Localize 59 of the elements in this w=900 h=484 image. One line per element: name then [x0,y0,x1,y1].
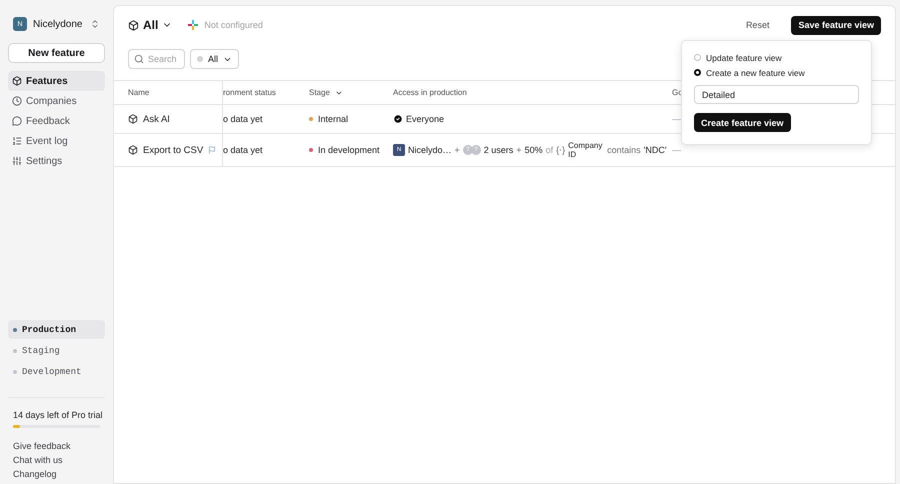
attribute-name: Company ID [568,141,604,159]
column-header: Name [128,88,150,97]
view-option[interactable]: Update feature view [694,50,859,65]
environment-status: o data yet [223,145,263,155]
search-field[interactable]: Search [128,49,185,69]
list-icon [12,136,22,146]
clock-icon [12,96,22,106]
feature-icon [128,114,138,124]
nav-item[interactable]: Features [8,71,105,91]
environment-status: o data yet [223,114,263,124]
column-header[interactable]: Stage [309,88,330,97]
of-label: of [546,145,554,155]
access-label: Everyone [406,114,444,124]
attribute-icon: {⋅} [556,145,566,155]
user-count: 2 users [484,145,514,155]
nav-item[interactable]: Companies [8,91,105,111]
slack-icon [188,20,198,30]
footer-link[interactable]: Chat with us [13,454,100,466]
speech-bubble-icon [12,116,22,126]
trial-text: 14 days left of Pro trial [12,410,104,420]
filter-value: 'NDC' [644,145,667,155]
slack-status: Not configured [204,20,263,30]
percentage: 50% [524,145,543,155]
plus-sign: + [454,145,460,155]
save-view-button[interactable]: Save feature view [791,16,881,34]
environment-item[interactable]: Production [8,320,105,339]
column-header: Access in production [393,88,467,97]
check-icon [393,114,403,124]
view-selector[interactable]: All [128,18,172,32]
goal-value: — [672,114,681,124]
column-header: ronment status [223,88,276,97]
create-view-button[interactable]: Create feature view [694,113,791,132]
org-name[interactable]: Nicelydone [33,18,84,30]
goal-value: — [672,145,681,155]
stage-label: In development [318,145,380,155]
cube-icon [128,20,139,30]
environment-item[interactable]: Development [8,362,105,381]
environment-item[interactable]: Staging [8,341,105,360]
stage-label: Internal [318,114,348,124]
new-feature-button[interactable]: New feature [8,43,105,63]
nav-item[interactable]: Feedback [8,111,105,131]
nav-item[interactable]: Event log [8,131,105,151]
view-name-field[interactable]: Detailed [694,85,859,104]
cube-icon [12,76,22,86]
company-name: Nicelydo… [408,145,452,155]
reset-button[interactable]: Reset [738,16,778,34]
switcher-icon[interactable] [90,19,100,29]
nav-item[interactable]: Settings [8,151,105,171]
operator-label: contains [607,145,641,155]
sliders-icon [12,156,22,166]
status-filter[interactable]: All [190,49,240,69]
feature-icon [128,145,138,155]
feature-name[interactable]: Ask AI [143,114,170,124]
plus-sign: + [516,145,522,155]
footer-link[interactable]: Changelog [13,468,100,480]
feature-name[interactable]: Export to CSV [143,144,204,156]
footer-link[interactable]: Give feedback [13,440,100,452]
view-option[interactable]: Create a new feature view [694,65,859,80]
search-icon [134,54,144,64]
